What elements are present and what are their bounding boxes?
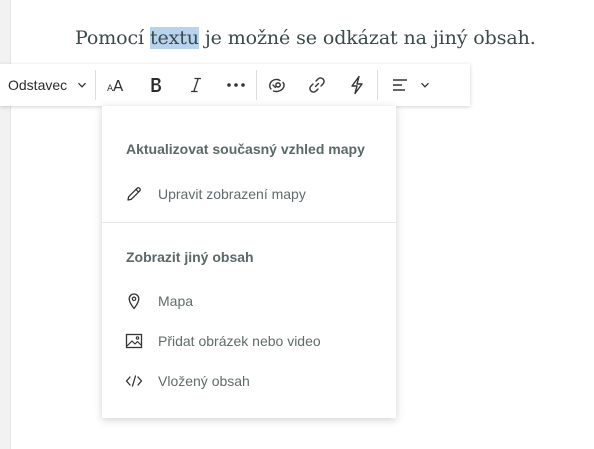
- alignment-dropdown[interactable]: [378, 64, 444, 106]
- paragraph-text[interactable]: Pomocí textu je možné se odkázat na jiný…: [75, 27, 536, 49]
- map-action-menu: Aktualizovat současný vzhled mapy Upravi…: [102, 106, 396, 418]
- bold-icon: [151, 78, 162, 92]
- pencil-icon: [124, 184, 144, 204]
- section-heading-show-other-content: Zobrazit jiný obsah: [126, 249, 254, 265]
- action-button[interactable]: [337, 64, 377, 106]
- section-heading-update-map: Aktualizovat současný vzhled mapy: [126, 141, 365, 157]
- formatting-toolbar: Odstavec A A: [0, 64, 470, 106]
- paragraph-style-dropdown[interactable]: Odstavec: [0, 64, 95, 106]
- italic-icon: [191, 77, 202, 93]
- menu-item-label: Mapa: [158, 293, 194, 309]
- paragraph-text-before: Pomocí: [75, 27, 150, 49]
- align-left-icon: [393, 79, 408, 91]
- chevron-down-icon: [78, 82, 87, 88]
- lightning-icon: [351, 75, 363, 95]
- menu-divider: [102, 222, 396, 223]
- image-icon: [124, 331, 144, 351]
- link-button[interactable]: [297, 64, 337, 106]
- menu-item-label: Upravit zobrazení mapy: [158, 186, 306, 202]
- bold-button[interactable]: [136, 64, 176, 106]
- paragraph-style-label: Odstavec: [8, 77, 68, 93]
- font-size-button[interactable]: A A: [96, 64, 136, 106]
- chevron-down-icon: [421, 82, 430, 88]
- selected-text[interactable]: textu: [149, 27, 199, 49]
- map-action-icon: [269, 78, 285, 93]
- map-action-button[interactable]: [257, 64, 297, 106]
- menu-item-embedded-content[interactable]: Vložený obsah: [102, 363, 396, 399]
- editor-page: Pomocí textu je možné se odkázat na jiný…: [0, 0, 594, 449]
- map-pin-icon: [124, 291, 144, 311]
- menu-item-map[interactable]: Mapa: [102, 283, 396, 319]
- more-options-button[interactable]: [216, 64, 256, 106]
- link-icon: [309, 77, 325, 93]
- font-size-icon: A A: [107, 77, 124, 94]
- menu-item-add-image-or-video[interactable]: Přidat obrázek nebo video: [102, 323, 396, 359]
- code-icon: [124, 371, 144, 391]
- menu-item-label: Přidat obrázek nebo video: [158, 333, 321, 349]
- more-icon: [227, 83, 245, 87]
- menu-item-label: Vložený obsah: [158, 373, 250, 389]
- italic-button[interactable]: [176, 64, 216, 106]
- svg-text:A: A: [113, 77, 124, 94]
- menu-item-edit-map-view[interactable]: Upravit zobrazení mapy: [102, 176, 396, 212]
- paragraph-text-after: je možné se odkázat na jiný obsah.: [198, 27, 536, 49]
